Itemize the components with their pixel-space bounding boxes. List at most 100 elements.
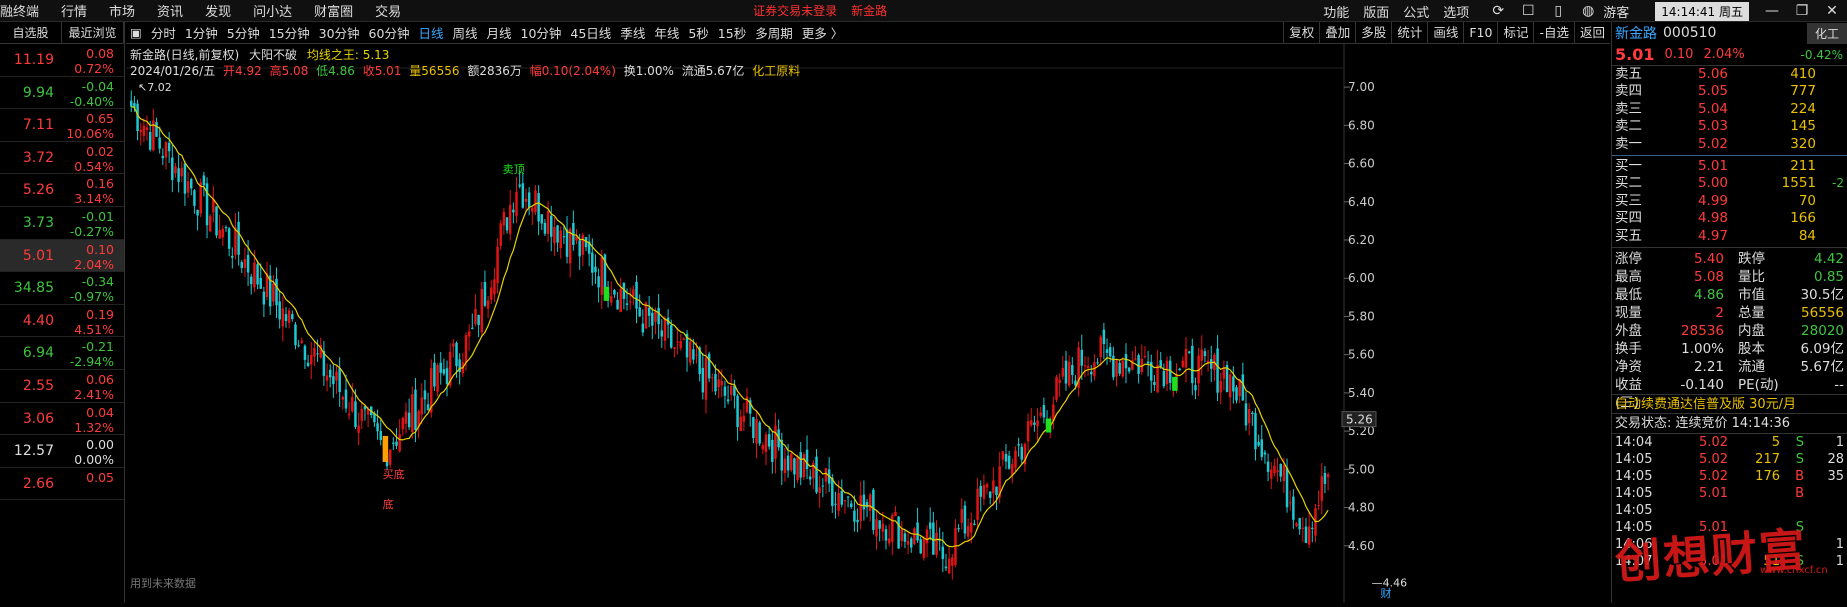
watchlist-row[interactable]: 2.66 0.05 (0, 468, 124, 501)
period-button[interactable]: 更多 〉 (802, 23, 843, 42)
current-stock-tag[interactable]: 新金路 (851, 2, 887, 19)
watchlist-row[interactable]: 7.11 0.65 10.06% (0, 109, 124, 142)
watchlist-row[interactable]: 3.72 0.02 0.54% (0, 142, 124, 175)
toolbar-button[interactable]: F10 (1463, 22, 1497, 44)
watchlist-row[interactable]: 5.26 0.16 3.14% (0, 174, 124, 207)
message-icon[interactable]: ☐ (1513, 3, 1543, 19)
menu-functions[interactable]: 功能 (1323, 2, 1349, 21)
menu-discover[interactable]: 发现 (205, 1, 231, 20)
kline-chart[interactable]: 7.00 6.80 6.60 6.40 6.20 6.00 5.80 5.60 5.40 5.20… (126, 44, 1610, 603)
bid-row[interactable]: 买三 4.99 70 (1612, 193, 1847, 210)
period-button[interactable]: 多周期 (755, 23, 793, 42)
menu-quotes[interactable]: 行情 (61, 1, 87, 20)
trade-login-warning[interactable]: 证券交易未登录 (753, 2, 837, 19)
period-button[interactable]: 季线 (620, 23, 645, 42)
tab-recent[interactable]: 最近浏览 (62, 22, 124, 43)
ask-row[interactable]: 卖五 5.06 410 (1612, 66, 1847, 83)
period-button[interactable]: 分时 (151, 23, 176, 42)
watchlist-row[interactable]: 3.73 -0.01 -0.27% (0, 207, 124, 240)
bid-row[interactable]: 买五 4.97 84 (1612, 228, 1847, 245)
toolbar-button[interactable]: 多股 (1355, 22, 1391, 44)
future-data-note: 用到未来数据 (130, 577, 196, 590)
guest-label[interactable]: 游客 (1603, 2, 1629, 21)
ask-row[interactable]: 卖一 5.02 320 (1612, 136, 1847, 153)
ask-row[interactable]: 卖二 5.03 145 (1612, 118, 1847, 135)
period-button[interactable]: 45日线 (570, 23, 611, 42)
menu-news[interactable]: 资讯 (157, 1, 183, 20)
menu-layout[interactable]: 版面 (1363, 2, 1389, 21)
watchlist-row[interactable]: 2.55 0.06 2.41% (0, 370, 124, 403)
watchlist-row[interactable]: 6.94 -0.21 -2.94% (0, 337, 124, 370)
refresh-icon[interactable]: ⟳ (1483, 3, 1513, 19)
candle-body (644, 302, 648, 329)
candle-body (1020, 446, 1024, 460)
tab-watchlist[interactable]: 自选股 (0, 22, 62, 43)
toolbar-button[interactable]: 画线 (1427, 22, 1463, 44)
watchlist-row[interactable]: 34.85 -0.34 -0.97% (0, 272, 124, 305)
watchlist-row[interactable]: 9.94 -0.04 -0.40% (0, 77, 124, 110)
period-button[interactable]: 15分钟 (269, 23, 310, 42)
candle-body (676, 341, 679, 343)
toolbar-button[interactable]: 统计 (1391, 22, 1427, 44)
promo-banner[interactable]: 自动续费通达信普及版 30元/月 (1612, 393, 1847, 414)
ask-row[interactable]: 卖四 5.05 777 (1612, 83, 1847, 100)
watchlist-change: -0.04 -0.40% (60, 77, 124, 109)
watchlist-row[interactable]: 5.01 0.10 2.04% (0, 239, 124, 273)
period-button[interactable]: 日线 (418, 23, 443, 42)
candle-body (420, 397, 424, 415)
menu-ask[interactable]: 问小达 (253, 1, 292, 20)
user-icon[interactable]: ◍ (1573, 3, 1603, 19)
menu-trade[interactable]: 交易 (375, 1, 401, 20)
toolbar-button[interactable]: 叠加 (1319, 22, 1355, 44)
candle-body (193, 190, 196, 206)
menu-options[interactable]: 选项 (1443, 2, 1469, 21)
period-button[interactable]: 1分钟 (185, 23, 218, 42)
period-button[interactable]: 周线 (452, 23, 477, 42)
stat-label: 净资 (1615, 358, 1642, 375)
period-button[interactable]: 15秒 (718, 23, 746, 42)
period-button[interactable]: 年线 (654, 23, 679, 42)
kline-chart-svg[interactable]: 7.006.806.606.406.206.005.805.605.405.20… (126, 44, 1610, 603)
watchlist-row[interactable]: 11.19 0.08 0.72% (0, 44, 124, 77)
watchlist-row[interactable]: 12.57 0.00 0.00% (0, 435, 124, 468)
candle-body (1181, 360, 1185, 367)
watchlist-row[interactable]: 4.40 0.19 4.51% (0, 305, 124, 338)
period-button[interactable]: 5秒 (688, 23, 708, 42)
period-button[interactable]: 60分钟 (369, 23, 410, 42)
ask-row[interactable]: 卖三 5.04 224 (1612, 101, 1847, 118)
menu-wealth-circle[interactable]: 财富圈 (314, 1, 353, 20)
watchlist-row[interactable]: 3.06 0.04 1.32% (0, 403, 124, 436)
minimize-icon[interactable]: — (1757, 3, 1787, 19)
period-button[interactable]: 10分钟 (521, 23, 562, 42)
chart-menu-icon[interactable]: ▣ (130, 25, 142, 40)
watchlist-price: 3.73 (22, 214, 54, 231)
period-button[interactable]: 30分钟 (319, 23, 360, 42)
period-button[interactable]: 月线 (486, 23, 511, 42)
candle-body (1285, 467, 1289, 508)
industry-badge[interactable]: 化工 (1806, 22, 1847, 44)
toolbar-button[interactable]: 标记 (1497, 22, 1533, 44)
watermark-logo: 创想财富 (1613, 522, 1809, 590)
menu-formula[interactable]: 公式 (1403, 2, 1429, 21)
candle-body (919, 539, 922, 554)
bar-sector[interactable]: 化工原料 (752, 64, 800, 78)
restore-icon[interactable]: ❐ (1787, 3, 1817, 19)
indicator-name[interactable]: 大阳不破 (249, 48, 297, 62)
candle-body (1061, 368, 1065, 377)
y-tick-label: 5.00 (1348, 462, 1375, 476)
bid-row[interactable]: 买四 4.98 166 (1612, 210, 1847, 227)
period-button[interactable]: 5分钟 (227, 23, 260, 42)
bid-row[interactable]: 买一 5.01 211 (1612, 158, 1847, 175)
phone-icon[interactable]: ▯ (1543, 3, 1573, 19)
level-price: 4.98 (1697, 210, 1728, 227)
candle-body (414, 389, 417, 430)
candle-body (982, 485, 986, 499)
bid-row[interactable]: 买二 5.00 1551 -2 (1612, 175, 1847, 192)
menu-market[interactable]: 市场 (109, 1, 135, 20)
toolbar-button[interactable]: 复权 (1283, 22, 1319, 44)
close-icon[interactable]: ✕ (1817, 3, 1847, 19)
menu-terminal[interactable]: 融终端 (0, 1, 39, 20)
toolbar-button[interactable]: 返回 (1573, 22, 1610, 44)
candle-body (1279, 463, 1282, 477)
toolbar-button[interactable]: -自选 (1533, 22, 1574, 44)
